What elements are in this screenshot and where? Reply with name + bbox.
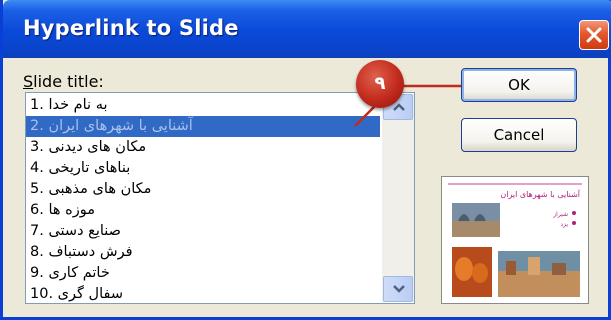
ok-button[interactable]: OK bbox=[461, 68, 577, 102]
step-callout-badge: ۹ bbox=[356, 60, 404, 108]
preview-bullet-1: شیراز bbox=[552, 211, 568, 218]
slide-thumbnail-image: آشنایی با شهرهای ایران شیراز یزد bbox=[442, 177, 588, 303]
hyperlink-dialog: Hyperlink to Slide Slide title: به نام خ… bbox=[0, 0, 611, 320]
cancel-button[interactable]: Cancel bbox=[461, 118, 577, 152]
slide-preview: آشنایی با شهرهای ایران شیراز یزد bbox=[441, 176, 589, 304]
preview-heading: آشنایی با شهرهای ایران bbox=[500, 189, 580, 199]
preview-bullet-2: یزد bbox=[560, 221, 568, 228]
